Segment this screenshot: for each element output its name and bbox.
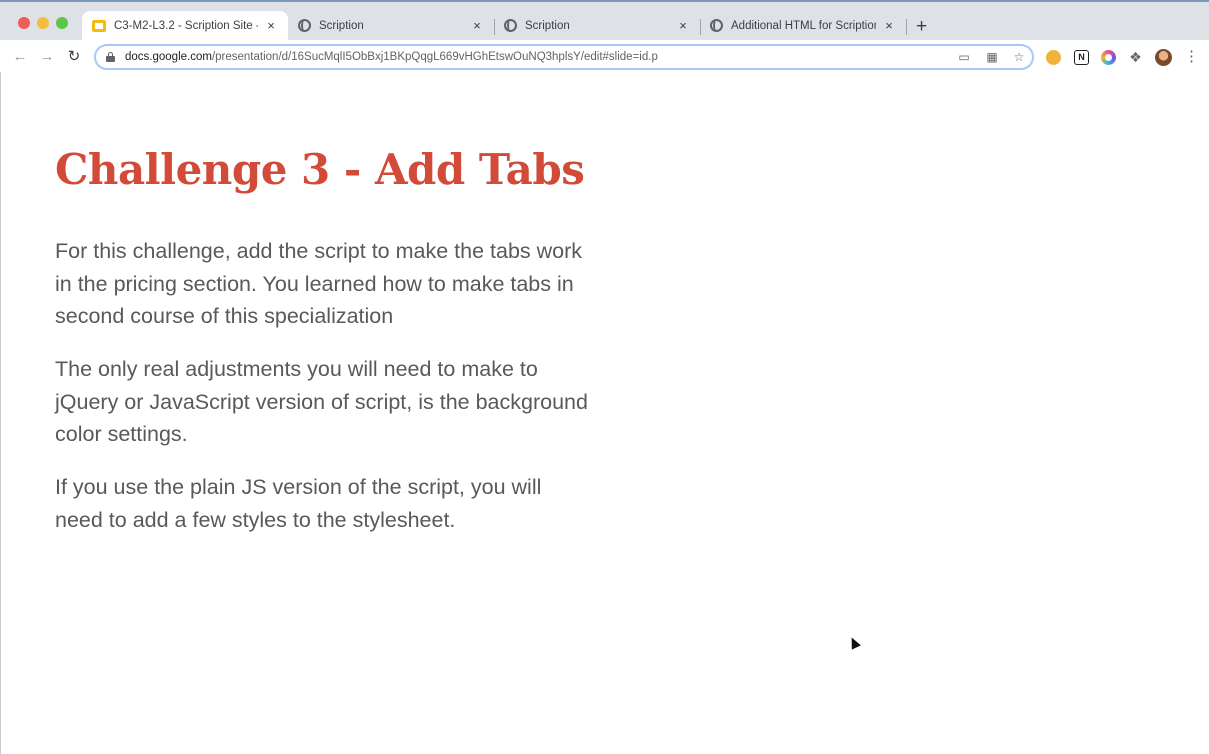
presentation-slide: Challenge 3 - Add Tabs For this challeng…: [0, 72, 1209, 754]
notion-extension-icon[interactable]: N: [1074, 50, 1089, 65]
profile-avatar[interactable]: [1155, 49, 1172, 66]
cast-icon[interactable]: ▭: [956, 49, 972, 65]
qr-code-icon[interactable]: ▦: [984, 49, 1000, 65]
new-tab-button[interactable]: +: [916, 17, 927, 37]
close-tab-icon[interactable]: ×: [882, 18, 896, 33]
close-tab-icon[interactable]: ×: [264, 18, 278, 33]
back-button[interactable]: ←: [10, 47, 30, 67]
url-path: /presentation/d/16SucMqlI5ObBxj1BKpQqgL6…: [211, 51, 658, 63]
slide-paragraph: If you use the plain JS version of the s…: [55, 475, 542, 532]
maximize-window-button[interactable]: [56, 17, 68, 29]
browser-toolbar: ← → ↻ docs.google.com/presentation/d/16S…: [0, 40, 1209, 74]
tab-additional-html[interactable]: Additional HTML for Scription ×: [700, 11, 906, 40]
lock-icon: [106, 52, 115, 62]
url-text: docs.google.com/presentation/d/16SucMqlI…: [125, 51, 658, 63]
tab-separator: [906, 19, 907, 35]
extension-coin-icon[interactable]: [1046, 50, 1061, 65]
slides-icon: [92, 19, 106, 32]
close-tab-icon[interactable]: ×: [676, 18, 690, 33]
slide-paragraph: For this challenge, add the script to ma…: [55, 239, 583, 328]
slide-title: Challenge 3 - Add Tabs: [55, 145, 585, 194]
browser-chrome: C3-M2-L3.2 - Scription Site - × Scriptio…: [0, 0, 1209, 74]
tab-title: Additional HTML for Scription: [731, 19, 876, 32]
close-window-button[interactable]: [18, 17, 30, 29]
forward-button[interactable]: →: [37, 47, 57, 67]
tab-scription-1[interactable]: Scription ×: [288, 11, 494, 40]
slide-paragraph: The only real adjustments you will need …: [55, 357, 588, 446]
tab-title: Scription: [525, 19, 570, 32]
mouse-pointer-icon: [847, 635, 861, 650]
tab-slides-presentation[interactable]: C3-M2-L3.2 - Scription Site - ×: [82, 11, 288, 40]
minimize-window-button[interactable]: [37, 17, 49, 29]
reload-button[interactable]: ↻: [64, 47, 84, 67]
bookmark-star-icon[interactable]: ☆: [1011, 49, 1027, 65]
tab-title: C3-M2-L3.2 - Scription Site -: [114, 19, 258, 32]
url-host: docs.google.com: [125, 51, 212, 63]
extension-ring-icon[interactable]: [1101, 50, 1116, 65]
tab-strip: C3-M2-L3.2 - Scription Site - × Scriptio…: [0, 2, 1209, 40]
tab-title: Scription: [319, 19, 364, 32]
address-bar[interactable]: docs.google.com/presentation/d/16SucMqlI…: [94, 44, 1034, 70]
close-tab-icon[interactable]: ×: [470, 18, 484, 33]
tab-scription-2[interactable]: Scription ×: [494, 11, 700, 40]
extensions-puzzle-icon[interactable]: ❖: [1128, 50, 1143, 65]
globe-icon: [298, 19, 311, 32]
globe-icon: [710, 19, 723, 32]
browser-menu-icon[interactable]: ⋮: [1184, 49, 1199, 65]
globe-icon: [504, 19, 517, 32]
